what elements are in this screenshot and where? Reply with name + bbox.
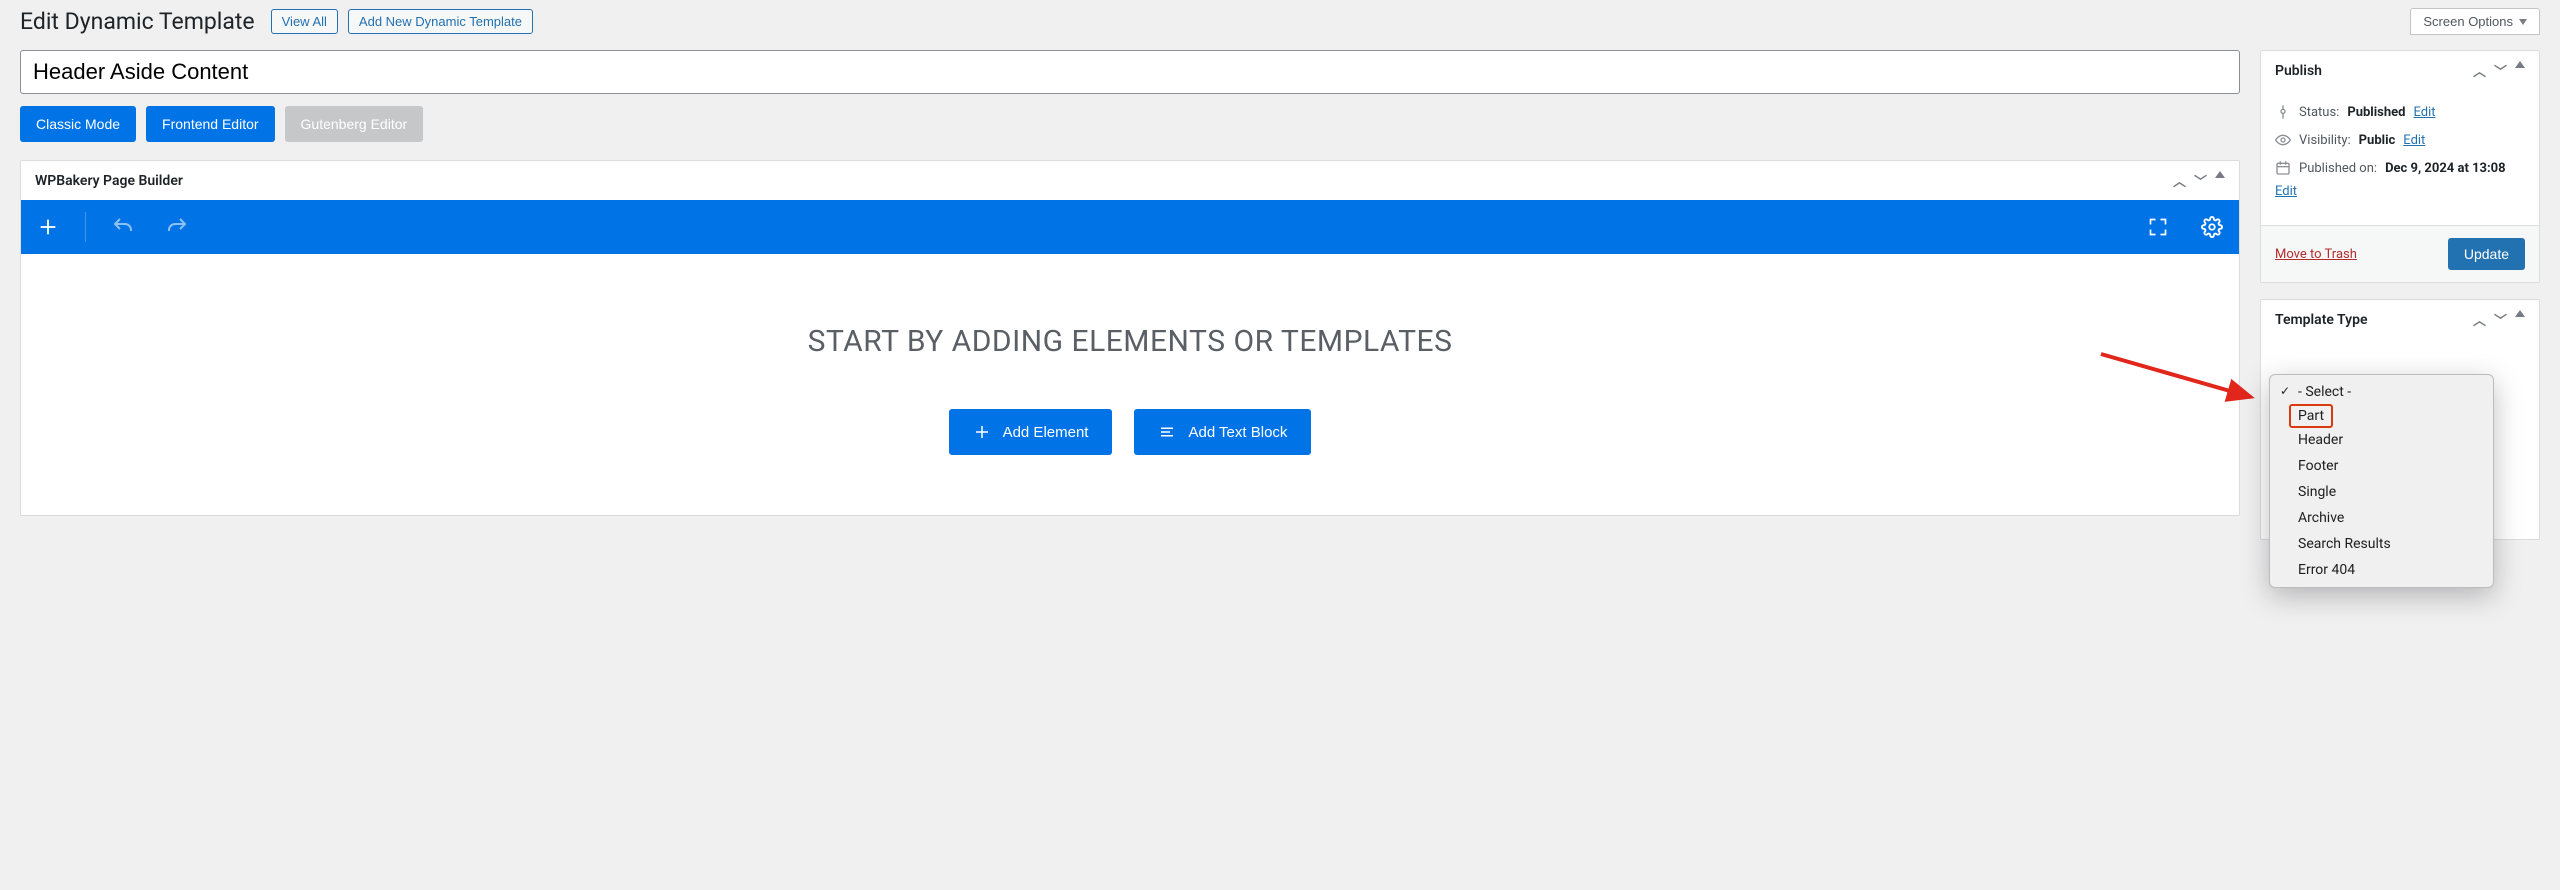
- pin-icon: [2275, 104, 2291, 120]
- screen-options-label: Screen Options: [2423, 14, 2513, 29]
- add-element-button[interactable]: Add Element: [949, 409, 1113, 455]
- add-row-button[interactable]: [21, 200, 75, 254]
- status-value: Published: [2347, 105, 2405, 120]
- view-all-button[interactable]: View All: [271, 9, 338, 34]
- template-type-option[interactable]: Single: [2270, 479, 2493, 505]
- builder-toolbar: [21, 200, 2239, 254]
- page-title: Edit Dynamic Template: [20, 8, 255, 35]
- panel-up-icon[interactable]: ︿: [2173, 171, 2186, 190]
- template-type-option[interactable]: Footer: [2270, 453, 2493, 479]
- move-to-trash-link[interactable]: Move to Trash: [2275, 247, 2357, 262]
- status-label: Status:: [2299, 105, 2339, 120]
- plus-icon: [973, 423, 991, 441]
- publish-panel-title: Publish: [2275, 63, 2322, 79]
- empty-canvas-headline: START BY ADDING ELEMENTS OR TEMPLATES: [41, 324, 2219, 359]
- add-element-label: Add Element: [1003, 424, 1089, 441]
- panel-collapse-icon[interactable]: [2515, 310, 2525, 317]
- panel-down-icon[interactable]: ﹀: [2494, 310, 2507, 329]
- template-type-option[interactable]: Error 404: [2270, 557, 2493, 583]
- template-type-dropdown[interactable]: - Select -PartHeaderFooterSingleArchiveS…: [2269, 374, 2494, 588]
- classic-mode-button[interactable]: Classic Mode: [20, 106, 136, 142]
- template-type-option[interactable]: Header: [2270, 427, 2493, 453]
- published-value: Dec 9, 2024 at 13:08: [2385, 161, 2506, 176]
- redo-button[interactable]: [150, 200, 204, 254]
- publish-panel: Publish ︿ ﹀ Status: Published Edit Visib…: [2260, 50, 2540, 283]
- fullscreen-button[interactable]: [2131, 200, 2185, 254]
- panel-up-icon[interactable]: ︿: [2473, 310, 2486, 329]
- add-new-button[interactable]: Add New Dynamic Template: [348, 9, 533, 34]
- panel-collapse-icon[interactable]: [2215, 171, 2225, 178]
- add-text-block-label: Add Text Block: [1188, 424, 1287, 441]
- visibility-value: Public: [2359, 133, 2396, 148]
- template-type-option[interactable]: - Select -: [2270, 379, 2493, 405]
- visibility-edit-link[interactable]: Edit: [2403, 133, 2425, 148]
- toolbar-separator: [85, 212, 86, 242]
- add-text-block-button[interactable]: Add Text Block: [1134, 409, 1311, 455]
- panel-up-icon[interactable]: ︿: [2473, 61, 2486, 80]
- settings-button[interactable]: [2185, 200, 2239, 254]
- template-type-title: Template Type: [2275, 312, 2368, 328]
- builder-panel-title: WPBakery Page Builder: [35, 173, 183, 189]
- gutenberg-editor-button[interactable]: Gutenberg Editor: [285, 106, 424, 142]
- status-edit-link[interactable]: Edit: [2413, 105, 2435, 120]
- template-type-panel: Template Type ︿ ﹀ - Select -PartHeaderFo…: [2260, 299, 2540, 540]
- template-type-option[interactable]: Part: [2290, 405, 2332, 427]
- published-label: Published on:: [2299, 161, 2377, 176]
- panel-down-icon[interactable]: ﹀: [2494, 61, 2507, 80]
- template-title-input[interactable]: [20, 50, 2240, 94]
- panel-collapse-icon[interactable]: [2515, 61, 2525, 68]
- builder-panel: WPBakery Page Builder ︿ ﹀: [20, 160, 2240, 516]
- template-type-option[interactable]: Search Results: [2270, 531, 2493, 557]
- update-button[interactable]: Update: [2448, 238, 2525, 270]
- template-type-option[interactable]: Archive: [2270, 505, 2493, 531]
- screen-options-button[interactable]: Screen Options: [2410, 8, 2540, 35]
- calendar-icon: [2275, 160, 2291, 176]
- published-edit-link[interactable]: Edit: [2275, 184, 2525, 199]
- visibility-label: Visibility:: [2299, 133, 2351, 148]
- frontend-editor-button[interactable]: Frontend Editor: [146, 106, 275, 142]
- eye-icon: [2275, 132, 2291, 148]
- text-icon: [1158, 423, 1176, 441]
- undo-button[interactable]: [96, 200, 150, 254]
- chevron-down-icon: [2519, 19, 2527, 25]
- panel-down-icon[interactable]: ﹀: [2194, 171, 2207, 190]
